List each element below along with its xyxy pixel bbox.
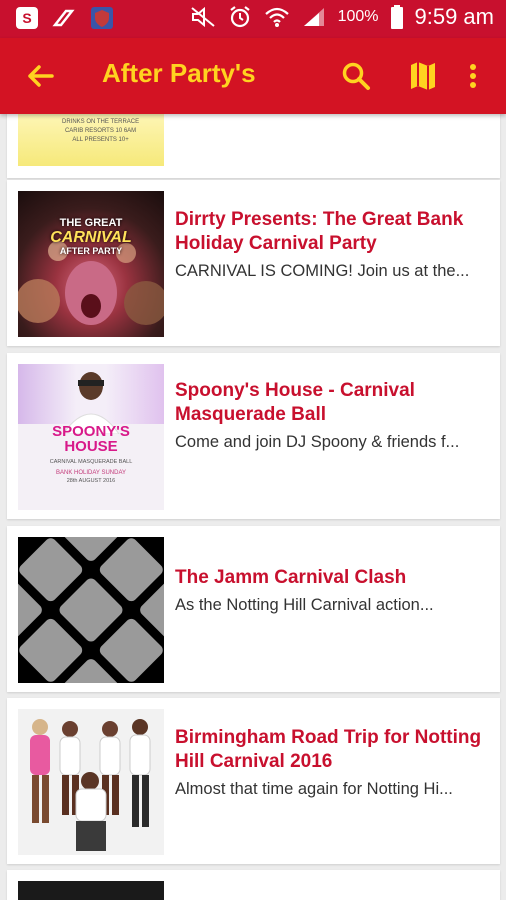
battery-percent: 100% [337,8,379,25]
thumb-text: 28th AUGUST 2016 [66,478,116,484]
list-item[interactable]: SPOONY'S HOUSE CARNIVAL MASQUERADE BALL … [7,353,500,519]
app-bar: After Party's [0,38,506,114]
event-thumbnail [18,709,164,855]
list-item[interactable]: The Jamm Carnival Clash As the Notting H… [7,526,500,692]
thumb-text: BANK HOLIDAY SUNDAY [55,470,127,476]
thumb-text: CARIB RESORTS 10 6AM [64,128,137,134]
event-title[interactable]: Spoony's House - Carnival Masquerade Bal… [175,379,490,427]
event-thumbnail: DRINKS ON THE TERRACE CARIB RESORTS 10 6… [18,114,164,166]
event-description: CARNIVAL IS COMING! Join us at the... [175,262,470,280]
list-item[interactable]: THE GREAT CARNIVAL AFTER PARTY Dirrty Pr… [7,180,500,346]
back-arrow-icon[interactable] [22,58,58,94]
thumb-text: CARNIVAL [50,229,132,246]
thumb-text: CARNIVAL MASQUERADE BALL [49,459,133,465]
thumb-text: DRINKS ON THE TERRACE [62,119,140,125]
list-item[interactable]: DRINKS ON THE TERRACE CARIB RESORTS 10 6… [7,114,500,178]
search-icon[interactable] [338,58,374,94]
event-thumbnail: SPOONY'S HOUSE CARNIVAL MASQUERADE BALL … [18,364,164,510]
signal-icon [303,8,324,26]
thumb-text: SPOONY'S [52,423,130,440]
cast-icon [52,9,75,27]
shield-app-icon [91,7,113,29]
thumb-text: THE GREAT [59,217,123,229]
thumb-text: ALL PRESENTS 10+ [72,137,129,143]
thumb-text: AFTER PARTY [59,246,123,256]
battery-icon [390,5,403,29]
list-item[interactable] [7,870,500,900]
event-thumbnail [18,537,164,683]
event-description: Almost that time again for Notting Hi... [175,780,453,798]
event-title[interactable]: Birmingham Road Trip for Notting Hill Ca… [175,726,490,774]
alarm-icon [229,6,250,28]
event-list[interactable]: DRINKS ON THE TERRACE CARIB RESORTS 10 6… [0,114,506,900]
event-description: As the Notting Hill Carnival action... [175,596,434,614]
event-title[interactable]: Dirrty Presents: The Great Bank Holiday … [175,208,490,256]
event-thumbnail: THE GREAT CARNIVAL AFTER PARTY [18,191,164,337]
clock: 9:59 am [414,4,495,29]
event-title[interactable]: The Jamm Carnival Clash [175,566,490,590]
wifi-icon [264,7,289,27]
mute-icon [190,6,215,28]
more-vert-icon[interactable] [455,58,491,94]
thumb-text: HOUSE [64,438,118,455]
event-thumbnail [18,881,164,900]
page-title: After Party's [102,58,256,88]
event-description: Come and join DJ Spoony & friends f... [175,433,460,451]
map-icon[interactable] [405,58,441,94]
skype-icon: S [16,7,38,29]
list-item[interactable]: Birmingham Road Trip for Notting Hill Ca… [7,698,500,864]
status-bar: S 100% 9:59 am [0,0,506,38]
